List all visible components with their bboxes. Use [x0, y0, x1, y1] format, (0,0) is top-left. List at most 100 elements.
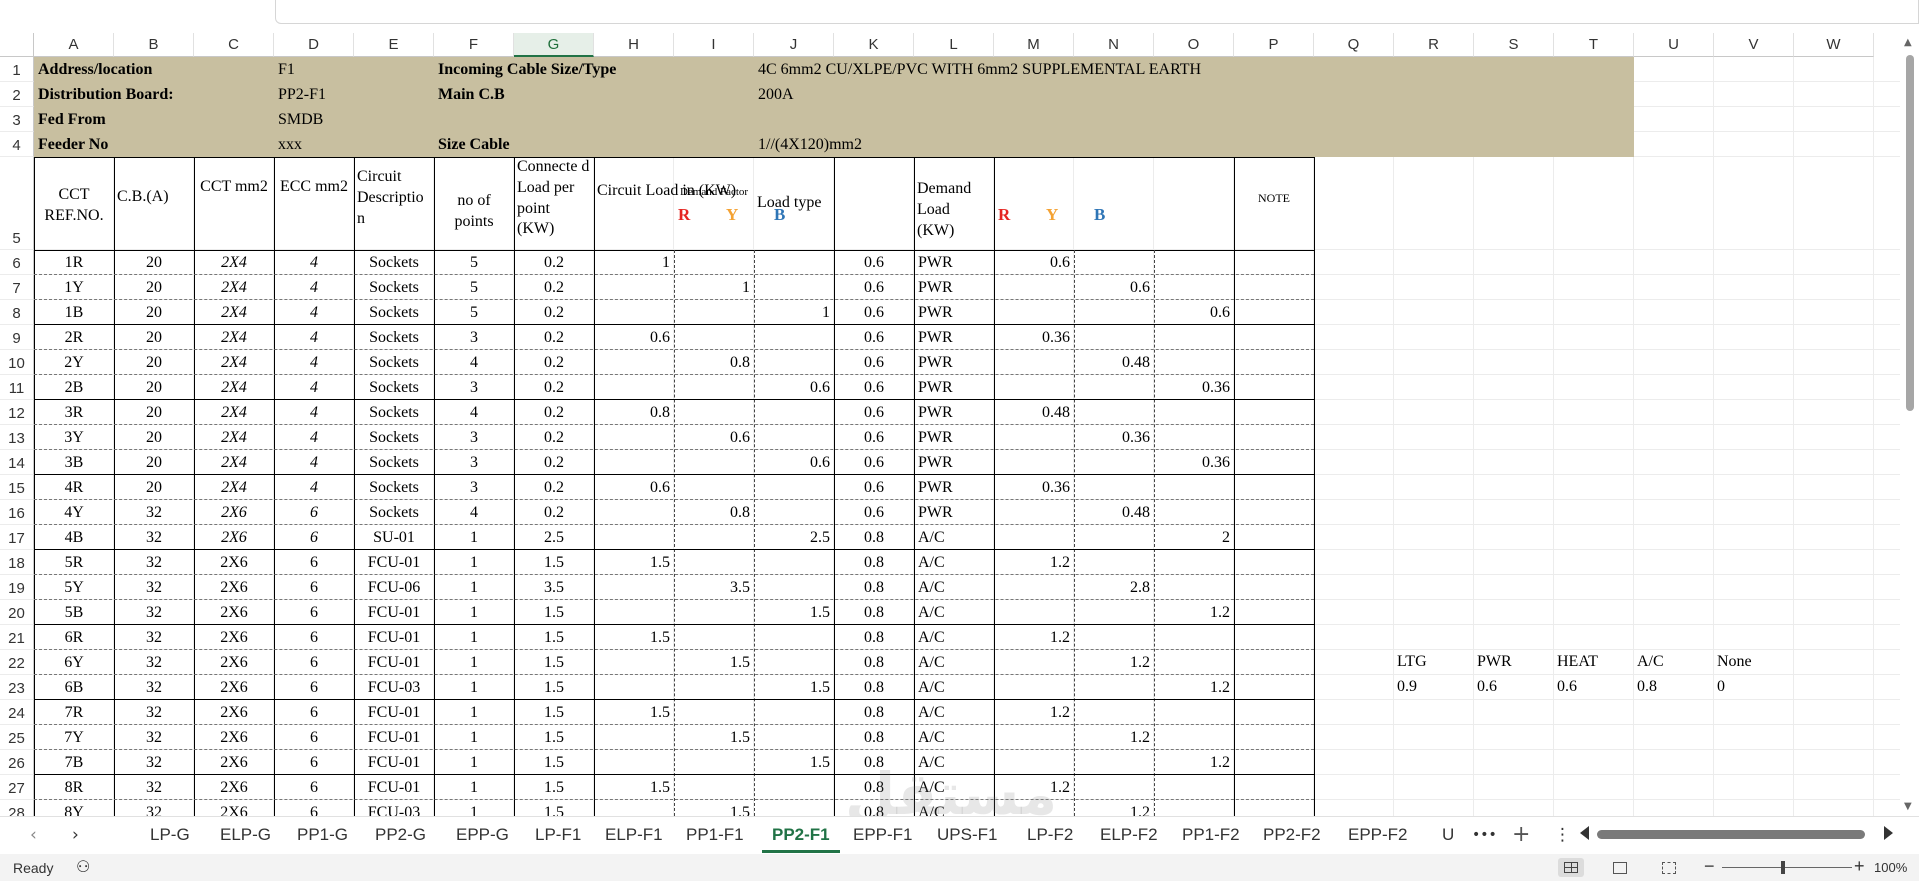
table-cell[interactable]: [674, 400, 754, 425]
zoom-out-icon[interactable]: −: [1704, 856, 1715, 877]
horizontal-scrollbar[interactable]: [1595, 827, 1875, 841]
table-cell[interactable]: 2X6: [194, 675, 274, 700]
zoom-level[interactable]: 100%: [1874, 860, 1907, 875]
row-header[interactable]: 25: [0, 725, 34, 750]
header-note[interactable]: NOTE: [1234, 157, 1314, 250]
table-cell[interactable]: 0.2: [514, 275, 594, 300]
table-cell[interactable]: 1: [434, 575, 514, 600]
tab-scroll-right-icon[interactable]: ›: [62, 817, 89, 853]
table-cell[interactable]: 32: [114, 700, 194, 725]
hscroll-left-icon[interactable]: [1580, 826, 1589, 840]
header-cb[interactable]: C.B.(A): [114, 157, 194, 250]
table-cell[interactable]: 7B: [34, 750, 114, 775]
table-cell[interactable]: 20: [114, 450, 194, 475]
column-header[interactable]: S: [1474, 33, 1554, 57]
table-cell[interactable]: [594, 450, 674, 475]
row-header[interactable]: 11: [0, 375, 34, 400]
table-cell[interactable]: 1.5: [674, 800, 754, 817]
table-cell[interactable]: 1R: [34, 250, 114, 275]
sheet-tab[interactable]: PP2-G: [365, 817, 436, 853]
table-cell[interactable]: 0.6: [834, 350, 914, 375]
table-cell[interactable]: [1074, 550, 1154, 575]
sheet-tab[interactable]: PP1-G: [287, 817, 358, 853]
table-cell[interactable]: [594, 800, 674, 816]
scroll-up-icon[interactable]: ▲: [1904, 37, 1912, 48]
column-header[interactable]: A: [34, 33, 114, 57]
row-header[interactable]: 14: [0, 450, 34, 475]
table-cell[interactable]: 6: [274, 500, 354, 525]
table-cell[interactable]: 32: [114, 550, 194, 575]
tab-scroll-left-icon[interactable]: ‹: [20, 817, 47, 853]
table-cell[interactable]: [1154, 275, 1234, 300]
table-cell[interactable]: 1.2: [994, 550, 1074, 575]
table-cell[interactable]: PWR: [914, 275, 994, 300]
table-cell[interactable]: A/C: [914, 800, 994, 817]
table-cell[interactable]: 6: [274, 625, 354, 650]
vertical-scroll-thumb[interactable]: [1906, 55, 1914, 411]
table-cell[interactable]: [1154, 475, 1234, 500]
table-cell[interactable]: 2X6: [194, 700, 274, 725]
table-cell[interactable]: A/C: [914, 575, 994, 600]
sheet-tab[interactable]: ELP-G: [210, 817, 281, 853]
table-cell[interactable]: 0.6: [594, 475, 674, 500]
table-cell[interactable]: 6: [274, 650, 354, 675]
table-cell[interactable]: 1.5: [514, 650, 594, 675]
column-header[interactable]: M: [994, 33, 1074, 57]
table-cell[interactable]: 2X4: [194, 275, 274, 300]
table-cell[interactable]: 1.5: [514, 775, 594, 800]
sheet-tab[interactable]: LP-F1: [525, 817, 591, 853]
table-cell[interactable]: FCU-01: [354, 600, 434, 625]
table-cell[interactable]: 4: [274, 300, 354, 325]
table-cell[interactable]: 6: [274, 575, 354, 600]
table-cell[interactable]: [1074, 475, 1154, 500]
column-header[interactable]: K: [834, 33, 914, 57]
table-cell[interactable]: 0.36: [1074, 425, 1154, 450]
table-cell[interactable]: FCU-01: [354, 650, 434, 675]
table-cell[interactable]: 1: [434, 600, 514, 625]
row-header[interactable]: 1: [0, 57, 34, 82]
table-cell[interactable]: FCU-01: [354, 550, 434, 575]
table-cell[interactable]: [994, 675, 1074, 700]
table-cell[interactable]: 1.2: [994, 700, 1074, 725]
table-cell[interactable]: [1154, 800, 1234, 816]
column-header[interactable]: L: [914, 33, 994, 57]
table-cell[interactable]: 0.36: [994, 325, 1074, 350]
table-cell[interactable]: FCU-01: [354, 625, 434, 650]
table-cell[interactable]: 32: [114, 750, 194, 775]
sheet-tab[interactable]: PP2-F1: [762, 817, 840, 853]
select-all-corner[interactable]: [0, 33, 34, 57]
table-cell[interactable]: 0.2: [514, 400, 594, 425]
table-cell[interactable]: 32: [114, 625, 194, 650]
table-cell[interactable]: [994, 375, 1074, 400]
table-cell[interactable]: A/C: [914, 775, 994, 800]
column-header[interactable]: G: [514, 33, 594, 57]
table-cell[interactable]: [754, 250, 834, 275]
table-cell[interactable]: Sockets: [354, 350, 434, 375]
table-cell[interactable]: A/C: [914, 650, 994, 675]
table-cell[interactable]: 6R: [34, 625, 114, 650]
table-cell[interactable]: [754, 775, 834, 800]
table-cell[interactable]: [1154, 425, 1234, 450]
table-cell[interactable]: 4: [274, 350, 354, 375]
table-cell[interactable]: 6: [274, 600, 354, 625]
legend-value[interactable]: 0.6: [1557, 678, 1577, 696]
row-header[interactable]: 23: [0, 675, 34, 700]
table-cell[interactable]: 32: [114, 725, 194, 750]
table-cell[interactable]: 32: [114, 800, 194, 817]
table-cell[interactable]: [1154, 325, 1234, 350]
row-header[interactable]: 21: [0, 625, 34, 650]
table-cell[interactable]: [594, 350, 674, 375]
table-cell[interactable]: PWR: [914, 475, 994, 500]
table-cell[interactable]: 4: [274, 450, 354, 475]
table-cell[interactable]: [674, 775, 754, 800]
table-cell[interactable]: 32: [114, 600, 194, 625]
table-cell[interactable]: 1.2: [994, 625, 1074, 650]
table-cell[interactable]: 2.8: [1074, 575, 1154, 600]
column-header[interactable]: N: [1074, 33, 1154, 57]
sheet-tab[interactable]: ELP-F1: [595, 817, 673, 853]
header-cct-ref[interactable]: CCT REF.NO.: [34, 157, 114, 250]
column-header[interactable]: I: [674, 33, 754, 57]
column-header[interactable]: U: [1634, 33, 1714, 57]
sheet-tab[interactable]: PP1-F2: [1172, 817, 1250, 853]
table-cell[interactable]: [994, 500, 1074, 525]
